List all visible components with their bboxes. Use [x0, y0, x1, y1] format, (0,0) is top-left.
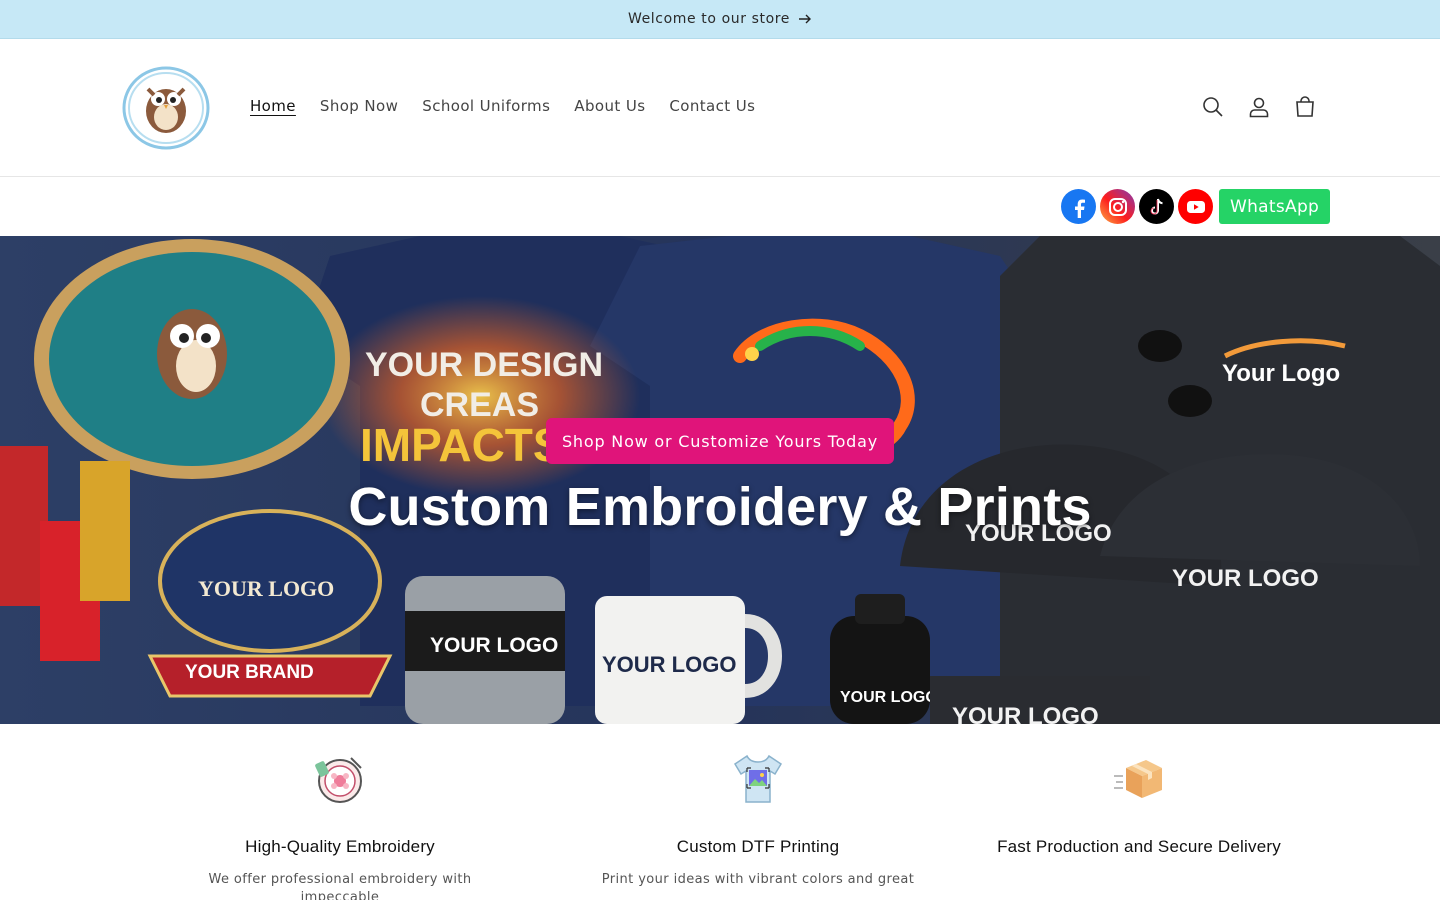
tshirt-print-icon — [731, 752, 785, 806]
hero-banner: YOUR DESIGN CREAS IMPACTS YOUR LOGO YOUR… — [0, 236, 1440, 724]
youtube-icon[interactable] — [1178, 189, 1213, 224]
delivery-box-icon — [1112, 752, 1166, 806]
facebook-icon[interactable] — [1061, 189, 1096, 224]
features-section: High-Quality Embroidery We offer profess… — [0, 724, 1440, 900]
nav-about-us[interactable]: About Us — [574, 97, 645, 115]
hero-image-bottle-logo: YOUR LOGO — [840, 689, 938, 706]
feature-fast-delivery: Fast Production and Secure Delivery — [969, 724, 1309, 871]
feature-title: Fast Production and Secure Delivery — [997, 837, 1281, 856]
feature-title: Custom DTF Printing — [676, 837, 840, 856]
instagram-icon[interactable] — [1100, 189, 1135, 224]
whatsapp-button[interactable]: WhatsApp — [1219, 189, 1331, 224]
hero-image-bag-logo: YOUR LOGO — [952, 703, 1099, 724]
nav-contact-us[interactable]: Contact Us — [669, 97, 755, 115]
hero-image-patch-logo: YOUR LOGO — [198, 576, 334, 601]
hero-cta-button[interactable]: Shop Now or Customize Yours Today — [546, 418, 894, 464]
hero-image-cap-logo-2: YOUR LOGO — [1172, 565, 1319, 592]
social-bar: WhatsApp — [0, 177, 1440, 236]
search-icon[interactable] — [1200, 94, 1226, 120]
feature-text: We offer professional embroidery with im… — [208, 872, 472, 900]
hero-title: Custom Embroidery & Prints — [348, 477, 1092, 537]
nav-shop-now[interactable]: Shop Now — [320, 97, 398, 115]
store-logo[interactable] — [120, 65, 212, 151]
cart-icon[interactable] — [1292, 94, 1318, 120]
arrow-right-icon[interactable] — [798, 13, 812, 25]
hero-image-brand-badge: YOUR BRAND — [185, 662, 314, 683]
hero-image-shirt-logo: Your Logo — [1222, 360, 1340, 387]
feature-dtf-printing: Custom DTF Printing Print your ideas wit… — [588, 724, 928, 889]
hero-image-headline-3: IMPACTS — [360, 419, 564, 471]
announcement-text[interactable]: Welcome to our store — [628, 11, 790, 27]
main-nav: Home Shop Now School Uniforms About Us C… — [250, 97, 779, 115]
hero-image-mug-logo: YOUR LOGO — [602, 652, 736, 677]
nav-school-uniforms[interactable]: School Uniforms — [422, 97, 550, 115]
tiktok-icon[interactable] — [1139, 189, 1174, 224]
announcement-bar[interactable]: Welcome to our store — [0, 0, 1440, 39]
account-icon[interactable] — [1246, 94, 1272, 120]
feature-text: Print your ideas with vibrant colors and… — [601, 872, 915, 887]
nav-home[interactable]: Home — [250, 97, 296, 115]
feature-embroidery: High-Quality Embroidery We offer profess… — [170, 724, 510, 900]
site-header: Home Shop Now School Uniforms About Us C… — [0, 39, 1440, 177]
feature-title: High-Quality Embroidery — [245, 837, 435, 856]
hero-image-tumbler-logo: YOUR LOGO — [430, 634, 558, 657]
embroidery-hoop-icon — [313, 752, 367, 806]
social-links: WhatsApp — [1061, 189, 1331, 224]
hero-image-headline-1: YOUR DESIGN — [365, 346, 603, 384]
header-actions — [1200, 94, 1318, 120]
